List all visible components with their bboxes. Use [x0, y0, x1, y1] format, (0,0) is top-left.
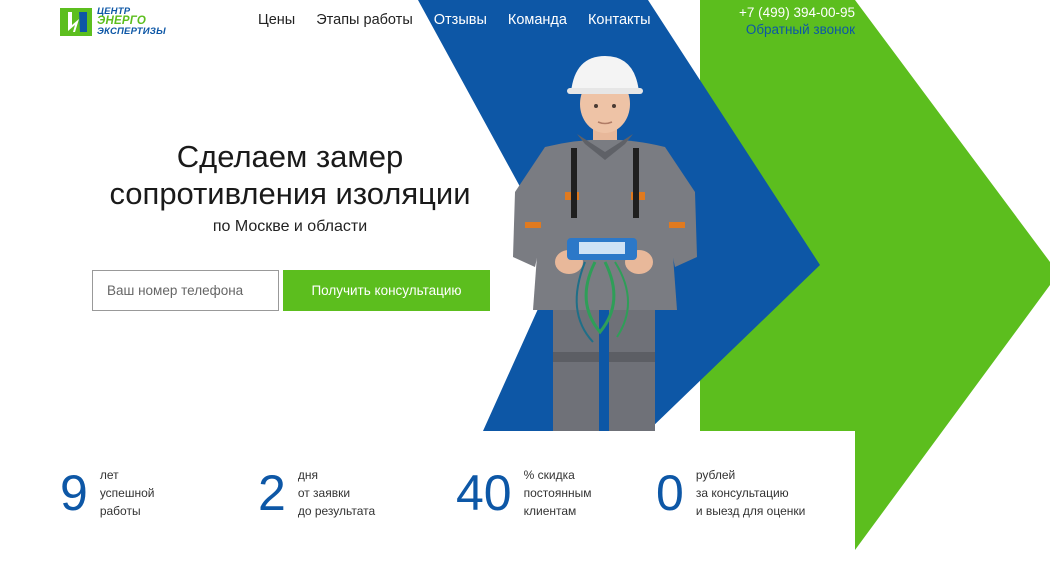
nav-item-reviews[interactable]: Отзывы — [434, 12, 487, 28]
lightning-logo-icon — [60, 7, 92, 36]
stat-days: 2 дня от заявки до результата — [258, 464, 375, 522]
hero-title-line-2: сопротивления изоляции — [109, 176, 471, 211]
stat-line: и выезд для оценки — [695, 504, 806, 518]
callback-link[interactable]: Обратный звонок — [739, 21, 855, 38]
stat-number: 40 — [456, 465, 512, 521]
nav-item-team[interactable]: Команда — [508, 12, 567, 28]
main-nav: Цены Этапы работы Отзывы Команда Контакт… — [258, 12, 672, 28]
stat-line: лет — [99, 468, 119, 482]
nav-item-stages[interactable]: Этапы работы — [316, 12, 413, 28]
stat-line: до результата — [297, 504, 376, 518]
logo-line-3: ЭКСПЕРТИЗЫ — [97, 26, 166, 37]
stat-description: лет успешной работы — [100, 466, 155, 520]
logo-text: ЦЕНТР ЭНЕРГО ЭКСПЕРТИЗЫ — [97, 7, 166, 37]
stat-number: 9 — [60, 465, 88, 521]
stat-free-consultation: 0 рублей за консультацию и выезд для оце… — [656, 464, 805, 522]
stat-line: клиентам — [523, 504, 577, 518]
header-contact: +7 (499) 394-00-95 Обратный звонок — [739, 4, 855, 38]
stat-line: за консультацию — [695, 486, 789, 500]
site-header: ЦЕНТР ЭНЕРГО ЭКСПЕРТИЗЫ Цены Этапы работ… — [0, 0, 1050, 44]
stat-number: 2 — [258, 465, 286, 521]
worker-photo — [513, 56, 697, 432]
stat-description: % скидка постоянным клиентам — [524, 466, 592, 520]
stat-line: % скидка — [523, 468, 575, 482]
hero-section: Сделаем замер сопротивления изоляции по … — [60, 138, 520, 236]
nav-item-contacts[interactable]: Контакты — [588, 12, 651, 28]
stat-line: от заявки — [297, 486, 351, 500]
consultation-form: Получить консультацию — [92, 270, 490, 311]
stat-number: 0 — [656, 465, 684, 521]
stat-line: успешной — [99, 486, 155, 500]
hero-title: Сделаем замер сопротивления изоляции — [60, 138, 520, 212]
stat-description: дня от заявки до результата — [298, 466, 375, 520]
hero-subtitle: по Москве и области — [212, 218, 368, 235]
stat-discount: 40 % скидка постоянным клиентам — [456, 464, 591, 522]
stat-description: рублей за консультацию и выезд для оценк… — [696, 466, 806, 520]
landing-page: ЦЕНТР ЭНЕРГО ЭКСПЕРТИЗЫ Цены Этапы работ… — [0, 0, 1050, 562]
stats-panel: 9 лет успешной работы 2 дня от заявки до… — [0, 431, 855, 562]
stat-line: работы — [99, 504, 141, 518]
logo[interactable]: ЦЕНТР ЭНЕРГО ЭКСПЕРТИЗЫ — [60, 7, 166, 36]
stat-line: дня — [297, 468, 318, 482]
phone-input[interactable] — [92, 270, 279, 311]
get-consultation-button[interactable]: Получить консультацию — [283, 270, 490, 311]
stat-years: 9 лет успешной работы — [60, 464, 154, 522]
hero-title-line-1: Сделаем замер — [176, 139, 404, 174]
phone-link[interactable]: +7 (499) 394-00-95 — [739, 4, 855, 21]
stat-line: рублей — [695, 468, 736, 482]
stat-line: постоянным — [523, 486, 592, 500]
nav-item-prices[interactable]: Цены — [258, 12, 295, 28]
